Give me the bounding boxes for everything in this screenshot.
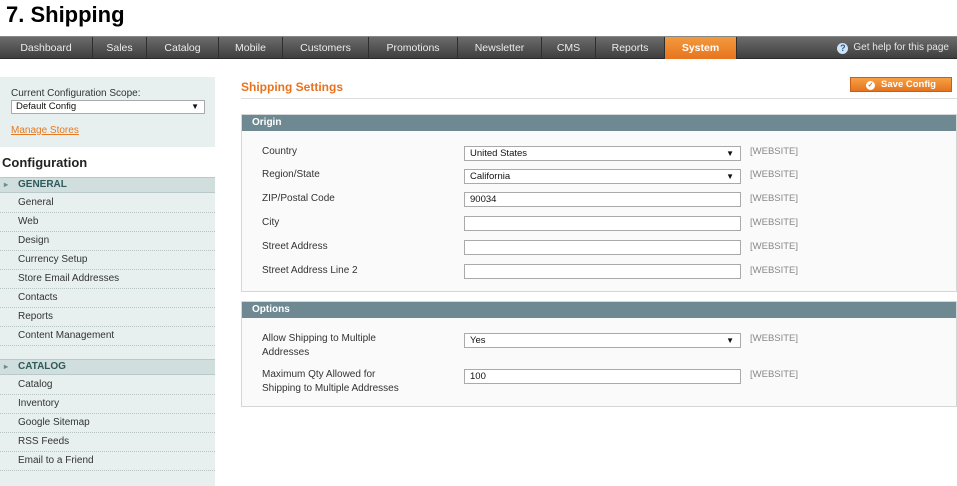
nav-newsletter[interactable]: Newsletter [458,37,542,59]
chevron-down-icon: ▼ [726,172,734,181]
sidebar-item-store-email-addresses[interactable]: Store Email Addresses [0,270,215,289]
page-heading: 7. Shipping [6,2,125,27]
sidebar-item-web[interactable]: Web [0,213,215,232]
help-icon: ? [837,43,849,54]
field-label-allow-multiple-line2: Addresses [262,347,310,358]
field-label-zip: ZIP/Postal Code [262,193,335,204]
nav-cms[interactable]: CMS [542,37,596,59]
scope-tag: [WEBSITE] [750,333,799,344]
scope-tag: [WEBSITE] [750,193,799,204]
help-label: Get help for this page [853,42,949,53]
street-address-input[interactable] [464,240,741,255]
sidebar-item-inventory[interactable]: Inventory [0,395,215,414]
scope-select-value: Default Config [16,101,77,112]
max-qty-input[interactable]: 100 [464,369,741,384]
configuration-title: Configuration [0,147,215,177]
sidebar-item-general[interactable]: General [0,194,215,213]
scope-select[interactable]: Default Config ▼ [11,100,205,114]
nav-mobile[interactable]: Mobile [219,37,283,59]
field-label-allow-multiple-line1: Allow Shipping to Multiple [262,333,376,344]
group-label: CATALOG [18,361,66,372]
fieldset-header-options[interactable]: Options [242,302,956,318]
scope-tag: [WEBSITE] [750,241,799,252]
region-state-select[interactable]: California ▼ [464,169,741,184]
scope-tag: [WEBSITE] [750,265,799,276]
chevron-down-icon: ▼ [726,149,734,158]
scope-tag: [WEBSITE] [750,217,799,228]
street-address-line-2-input[interactable] [464,264,741,279]
nav-dashboard[interactable]: Dashboard [0,37,93,59]
save-config-label: Save Config [881,79,936,90]
main-content: Shipping Settings ✓ Save Config Origin Co… [241,77,957,486]
field-label-street-address-2: Street Address Line 2 [262,265,358,276]
check-icon: ✓ [866,81,876,90]
sidebar-item-catalog[interactable]: Catalog [0,376,215,395]
sidebar-item-reports[interactable]: Reports [0,308,215,327]
sidebar-item-email-to-a-friend[interactable]: Email to a Friend [0,452,215,471]
sidebar: Current Configuration Scope: Default Con… [0,77,215,486]
nav-promotions[interactable]: Promotions [369,37,458,59]
scope-tag: [WEBSITE] [750,169,799,180]
sidebar-item-currency-setup[interactable]: Currency Setup [0,251,215,270]
field-label-city: City [262,217,280,228]
sidebar-item-contacts[interactable]: Contacts [0,289,215,308]
city-input[interactable] [464,216,741,231]
allow-multiple-addresses-value: Yes [470,335,486,346]
nav-catalog[interactable]: Catalog [147,37,219,59]
field-label-region-state: Region/State [262,169,320,180]
collapse-arrow-icon: ▸ [4,180,9,189]
fieldset-header-origin[interactable]: Origin [242,115,956,131]
nav-system[interactable]: System [665,37,737,59]
save-config-button[interactable]: ✓ Save Config [850,77,952,92]
country-select[interactable]: United States ▼ [464,146,741,161]
nav-sales[interactable]: Sales [93,37,147,59]
field-label-max-qty-line1: Maximum Qty Allowed for [262,369,376,380]
divider [241,98,957,99]
sidebar-item-design[interactable]: Design [0,232,215,251]
field-label-country: Country [262,146,298,157]
group-header-catalog[interactable]: ▸ CATALOG [0,359,215,375]
sidebar-item-rss-feeds[interactable]: RSS Feeds [0,433,215,452]
help-link[interactable]: ? Get help for this page [837,37,949,59]
field-label-street-address: Street Address [262,241,328,252]
group-header-general[interactable]: ▸ GENERAL [0,177,215,193]
collapse-arrow-icon: ▸ [4,362,9,371]
allow-multiple-addresses-select[interactable]: Yes ▼ [464,333,741,348]
fieldset-options: Options Allow Shipping to Multiple Addre… [241,301,957,407]
sidebar-item-google-sitemap[interactable]: Google Sitemap [0,414,215,433]
field-label-max-qty-line2: Shipping to Multiple Addresses [262,383,399,394]
scope-tag: [WEBSITE] [750,369,799,380]
group-label: GENERAL [18,179,67,190]
scope-label: Current Configuration Scope: [11,88,141,99]
scope-switcher: Current Configuration Scope: Default Con… [0,77,215,147]
nav-reports[interactable]: Reports [596,37,665,59]
manage-stores-link[interactable]: Manage Stores [11,125,79,136]
sidebar-item-content-management[interactable]: Content Management [0,327,215,346]
nav-customers[interactable]: Customers [283,37,369,59]
top-navigation: Dashboard Sales Catalog Mobile Customers… [0,36,957,59]
scope-tag: [WEBSITE] [750,146,799,157]
page-title: Shipping Settings [241,80,343,94]
chevron-down-icon: ▼ [191,102,199,111]
fieldset-origin: Origin Country United States ▼ [WEBSITE]… [241,114,957,292]
chevron-down-icon: ▼ [726,336,734,345]
region-state-select-value: California [470,171,511,182]
country-select-value: United States [470,148,528,159]
zip-postal-code-input[interactable]: 90034 [464,192,741,207]
